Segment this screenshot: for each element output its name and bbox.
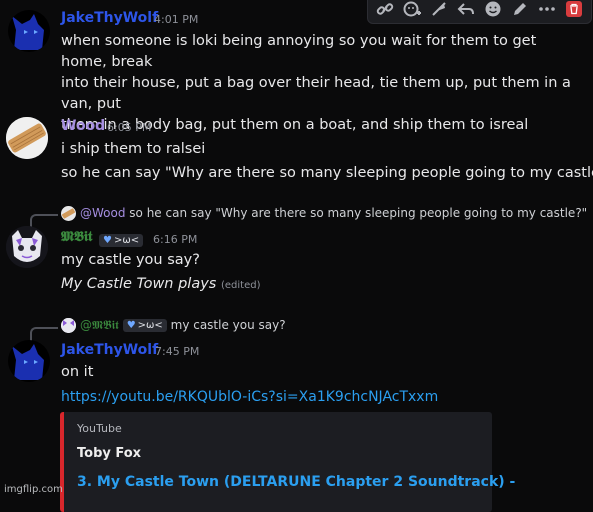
link-icon[interactable] [373, 0, 397, 21]
reply-mention[interactable]: @Wood [80, 206, 125, 220]
reply-avatar-wood[interactable] [61, 206, 76, 221]
reply-connector [30, 327, 58, 341]
watermark: imgflip.com [4, 484, 63, 495]
user-tag: ♥ >ω< [99, 230, 144, 249]
reply-text: so he can say "Why are there so many sle… [129, 206, 588, 220]
timestamp: 6:05 PM [107, 121, 152, 134]
emoji-icon[interactable] [481, 0, 505, 21]
feather-icon[interactable] [427, 0, 451, 21]
avatar-jakethywolf[interactable] [8, 10, 50, 52]
message-text: on it [61, 364, 94, 380]
heart-icon: ♥ [126, 320, 136, 331]
reply-avatar-mbit[interactable] [61, 318, 76, 333]
message-line: when someone is loki being annoying so y… [61, 33, 537, 70]
message-text-italic: My Castle Town plays (edited) [61, 274, 260, 296]
avatar-wood[interactable] [6, 117, 48, 159]
italic-text: My Castle Town plays [61, 276, 217, 292]
reply-icon[interactable] [454, 0, 478, 21]
embed-title[interactable]: 3. My Castle Town (DELTARUNE Chapter 2 S… [77, 474, 515, 490]
timestamp: 7:45 PM [155, 345, 200, 358]
message-line: into their house, put a bag over their h… [61, 75, 571, 112]
avatar-jakethywolf[interactable] [8, 340, 50, 382]
more-icon[interactable] [535, 0, 559, 21]
reply-user-tag: ♥ >ω< [122, 319, 167, 332]
delete-icon[interactable] [562, 0, 586, 21]
author-name[interactable]: Wood [61, 118, 105, 134]
timestamp: 6:16 PM [153, 233, 198, 246]
message-text: i ship them to ralsei [61, 141, 206, 157]
youtube-embed: YouTube Toby Fox 3. My Castle Town (DELT… [60, 412, 515, 512]
edit-icon[interactable] [508, 0, 532, 21]
author-name[interactable]: 𝕸𝕭𝖎𝖙 [61, 229, 92, 245]
tag-text: >ω< [113, 235, 140, 246]
reply-mention[interactable]: @𝕸𝕭𝖎𝖙 [80, 318, 119, 332]
message-action-toolbar [367, 0, 592, 24]
reply-connector [30, 214, 58, 228]
youtube-link[interactable]: https://youtu.be/RKQUblO-iCs?si=Xa1K9chc… [61, 389, 438, 405]
author-name[interactable]: JakeThyWolf [61, 10, 158, 26]
tag-text: >ω< [137, 320, 163, 331]
message-text: my castle you say? [61, 252, 200, 268]
edited-label: (edited) [220, 280, 261, 291]
heart-icon: ♥ [103, 235, 112, 246]
message-text: so he can say "Why are there so many sle… [61, 165, 593, 181]
author-name[interactable]: JakeThyWolf [61, 342, 158, 358]
reply-preview[interactable]: @𝕸𝕭𝖎𝖙 ♥ >ω< my castle you say? [80, 318, 286, 333]
reply-preview[interactable]: @Wood so he can say "Why are there so ma… [80, 206, 587, 220]
avatar-mbit[interactable] [6, 226, 48, 268]
embed-author[interactable]: Toby Fox [77, 446, 141, 461]
add-reaction-icon[interactable] [400, 0, 424, 21]
timestamp: 4:01 PM [154, 13, 199, 26]
embed-provider[interactable]: YouTube [77, 422, 122, 435]
reply-text: my castle you say? [170, 318, 286, 332]
